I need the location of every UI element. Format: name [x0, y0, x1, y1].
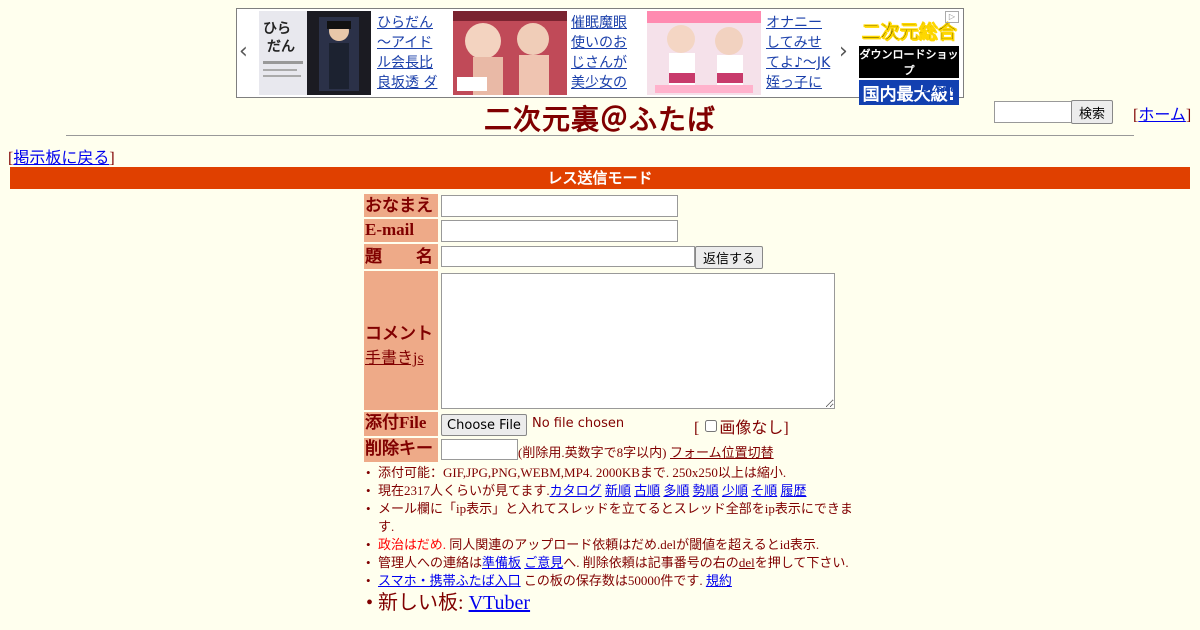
ad-choices-icon[interactable]: ▷: [945, 11, 959, 23]
rule-viewers: 現在2317人くらいが見てます.カタログ 新順 古順 多順 勢順 少順 そ順 履…: [364, 482, 859, 500]
contact-text: 管理人への連絡は: [378, 555, 483, 570]
dlsite-logo: DLsite: [921, 84, 957, 95]
ad-thumbnail-1[interactable]: ひら だん: [259, 11, 371, 95]
name-input[interactable]: [441, 195, 678, 217]
sort-few-link[interactable]: 少順: [722, 483, 748, 498]
ad-thumbnail-2[interactable]: [453, 11, 567, 95]
sort-momentum-link[interactable]: 勢順: [693, 483, 719, 498]
home-nav: [ホーム]: [1133, 107, 1192, 124]
delete-request-text: へ. 削除依頼は記事番号の右の: [563, 555, 739, 570]
form-position-toggle-link[interactable]: フォーム位置切替: [670, 442, 774, 461]
reply-mode-bar: レス送信モード: [10, 167, 1190, 189]
rule-mobile: スマホ・携帯ふたば入口 この板の保存数は50000件です. 規約: [364, 572, 859, 590]
no-image-option: [ 画像なし]: [694, 420, 789, 437]
name-label: おなまえ: [364, 194, 438, 217]
ad-link-3-text[interactable]: オナニーしてみせてよ♪～JK姪っ子に: [766, 15, 830, 91]
comment-textarea[interactable]: [441, 273, 835, 409]
history-link[interactable]: 履歴: [780, 483, 806, 498]
svg-text:だん: だん: [267, 39, 295, 55]
viewer-count-text: 現在2317人くらいが見てます.: [378, 483, 550, 498]
prep-board-link[interactable]: 準備板: [482, 555, 521, 570]
comment-label: コメント: [365, 324, 433, 343]
subject-input[interactable]: [441, 246, 695, 267]
new-board-text: 新しい板:: [378, 592, 464, 614]
delete-key-input[interactable]: [441, 439, 518, 460]
home-link[interactable]: ホーム: [1138, 107, 1186, 124]
ad-link-3[interactable]: オナニーしてみせてよ♪～JK姪っ子に: [766, 13, 834, 93]
choose-file-button[interactable]: Choose File: [441, 414, 527, 436]
email-input[interactable]: [441, 220, 678, 242]
rule-new-board: 新しい板: VTuber: [364, 590, 859, 616]
sort-so-link[interactable]: そ順: [751, 483, 777, 498]
catalog-link[interactable]: カタログ: [550, 483, 602, 498]
chevron-right-icon[interactable]: ›: [839, 39, 848, 64]
no-image-label: 画像なし: [719, 420, 784, 437]
dlsite-banner[interactable]: ▷ 二次元総合 ダウンロードショップ 国内最大級! DLsite: [857, 11, 961, 105]
dlsite-line2: ダウンロードショップ: [859, 46, 959, 78]
ad-link-1-text[interactable]: ひらだん～アイドル会長比良坂透 ダ: [377, 15, 437, 91]
chevron-left-icon[interactable]: ‹: [239, 39, 248, 64]
search-button[interactable]: 検索: [1071, 100, 1113, 124]
delete-key-label: 削除キー: [364, 438, 438, 462]
subject-label: 題 名: [364, 244, 438, 269]
feedback-link[interactable]: ご意見: [524, 555, 563, 570]
terms-link[interactable]: 規約: [706, 573, 732, 588]
sort-old-link[interactable]: 古順: [634, 483, 660, 498]
rule-contact: 管理人への連絡は準備板 ご意見へ. 削除依頼は記事番号の右のdelを押して下さい…: [364, 554, 859, 572]
mobile-entry-link[interactable]: スマホ・携帯ふたば入口: [378, 573, 521, 588]
submit-reply-button[interactable]: 返信する: [695, 246, 763, 269]
handwrite-link[interactable]: 手書きjs: [365, 350, 424, 367]
rule-attachments: 添付可能：GIF,JPG,PNG,WEBM,MP4. 2000KBまで. 250…: [364, 464, 859, 482]
storage-count-text: この板の保存数は50000件です.: [523, 573, 703, 588]
file-label: 添付File: [364, 412, 438, 436]
sort-many-link[interactable]: 多順: [663, 483, 689, 498]
rule-ip-display: メール欄に「ip表示」と入れてスレッドを立てるとスレッド全部をip表示にできます…: [364, 500, 859, 536]
svg-text:ひら: ひら: [263, 21, 291, 37]
no-file-text: No file chosen: [532, 416, 625, 431]
rule-politics: 政治はだめ. 同人関連のアップロード依頼はだめ.delが閾値を超えるとid表示.: [364, 536, 859, 554]
back-nav: [掲示板に戻る]: [8, 150, 115, 167]
comment-label-cell: コメント 手書きjs: [364, 271, 438, 410]
sort-new-link[interactable]: 新順: [605, 483, 631, 498]
ad-thumbnail-3[interactable]: [647, 11, 761, 95]
ad-link-2-text[interactable]: 催眠魔眼使いのおじさんが美少女の: [571, 15, 627, 91]
header-divider: [66, 135, 1134, 136]
search-input[interactable]: [994, 101, 1074, 123]
ad-link-1[interactable]: ひらだん～アイドル会長比良坂透 ダ: [377, 13, 445, 93]
upload-rule-text: 同人関連のアップロード依頼はだめ.delが閾値を超えるとid表示.: [449, 537, 820, 552]
back-to-board-link[interactable]: 掲示板に戻る: [13, 150, 109, 167]
ad-banner[interactable]: ‹ ひら だん ひらだん～アイドル会長比良坂透 ダ 催眠魔眼使いのおじさんが美少…: [236, 8, 964, 105]
politics-warning: 政治はだめ.: [378, 537, 446, 552]
ad-link-2[interactable]: 催眠魔眼使いのおじさんが美少女の: [571, 13, 639, 93]
email-label: E-mail: [364, 219, 438, 242]
delete-key-note: (削除用.英数字で8字以内): [518, 445, 667, 460]
del-link[interactable]: del: [739, 555, 755, 570]
vtuber-board-link[interactable]: VTuber: [469, 592, 531, 614]
press-text: を押して下さい.: [754, 555, 849, 570]
no-image-checkbox[interactable]: [705, 420, 718, 432]
board-rules: 添付可能：GIF,JPG,PNG,WEBM,MP4. 2000KBまで. 250…: [364, 464, 859, 616]
